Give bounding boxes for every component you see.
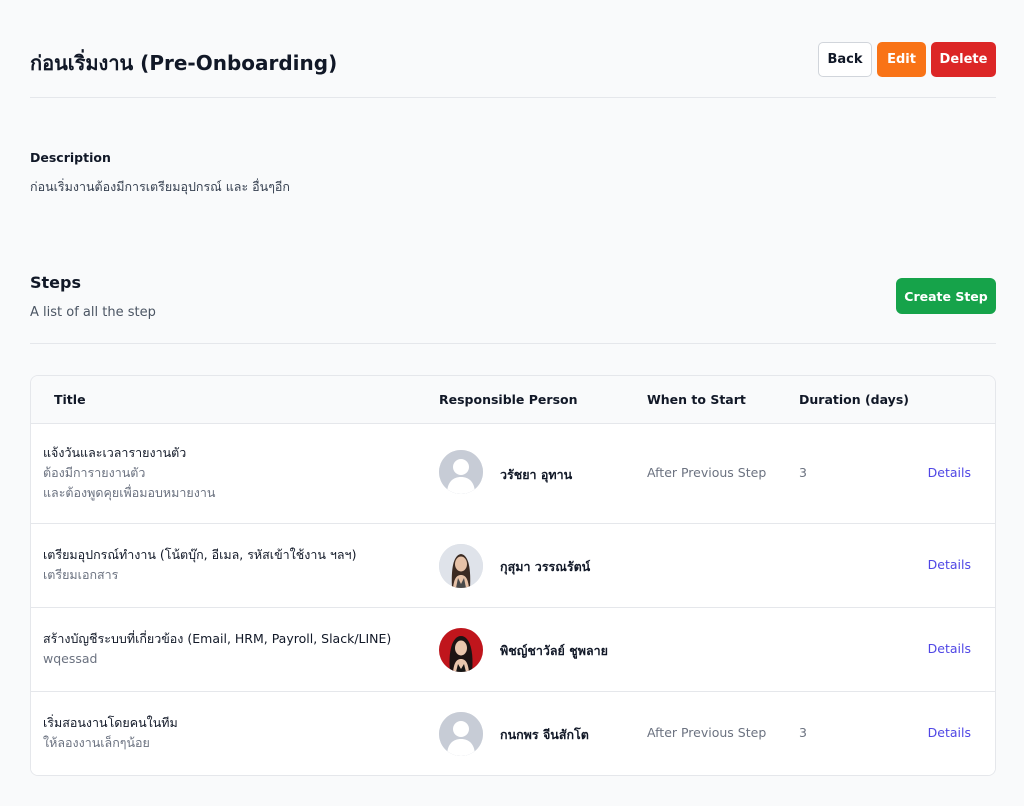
responsible-person: กุสุมา วรรณรัตน์ — [500, 559, 591, 574]
step-description: ต้องมีการายงานตัว และต้องพูดคุยเพื่อมอบห… — [43, 465, 216, 500]
table-row: สร้างบัญชีระบบที่เกี่ยวข้อง (Email, HRM,… — [31, 608, 995, 692]
back-button[interactable]: Back — [818, 42, 872, 77]
page-header: ก่อนเริ่มงาน (Pre-Onboarding) Back Edit … — [30, 40, 996, 98]
user-photo-icon — [439, 628, 483, 672]
placeholder-avatar-icon — [439, 712, 483, 756]
header-actions: Back Edit Delete — [818, 42, 996, 77]
description-text: ก่อนเริ่มงานต้องมีการเตรียมอุปกรณ์ และ อ… — [30, 179, 290, 194]
duration: 3 — [799, 465, 807, 480]
when-to-start: After Previous Step — [647, 725, 767, 740]
when-to-start: After Previous Step — [647, 465, 767, 480]
step-description: เตรียมเอกสาร — [43, 567, 119, 582]
table-row: เริ่มสอนงานโดยคนในทีม ให้ลองงานเล็กๆน้อย… — [31, 692, 995, 775]
placeholder-avatar-icon — [439, 450, 483, 494]
edit-button[interactable]: Edit — [877, 42, 926, 77]
details-link[interactable]: Details — [928, 465, 971, 480]
description-section: Description ก่อนเริ่มงานต้องมีการเตรียมอ… — [30, 150, 290, 197]
responsible-person: กนกพร จีนสักโต — [500, 727, 589, 742]
details-link[interactable]: Details — [928, 725, 971, 740]
delete-button[interactable]: Delete — [931, 42, 996, 77]
user-photo-icon — [439, 544, 483, 588]
steps-subtitle: A list of all the step — [30, 305, 156, 320]
page-title: ก่อนเริ่มงาน (Pre-Onboarding) — [30, 51, 338, 75]
details-link[interactable]: Details — [928, 557, 971, 572]
step-description: ให้ลองงานเล็กๆน้อย — [43, 735, 150, 750]
steps-table: Title Responsible Person When to Start D… — [30, 375, 996, 776]
step-description: wqessad — [43, 651, 98, 666]
step-title-cell: แจ้งวันและเวลารายงานตัว ต้องมีการายงานตั… — [43, 443, 215, 503]
table-header: Title Responsible Person When to Start D… — [31, 376, 995, 424]
duration: 3 — [799, 725, 807, 740]
column-header-when-to-start: When to Start — [647, 392, 746, 407]
column-header-responsible-person: Responsible Person — [439, 392, 578, 407]
step-title: เตรียมอุปกรณ์ทำงาน (โน้ตบุ๊ก, อีเมล, รหั… — [43, 547, 357, 562]
step-title: เริ่มสอนงานโดยคนในทีม — [43, 715, 178, 730]
steps-title: Steps — [30, 273, 81, 292]
step-title-cell: สร้างบัญชีระบบที่เกี่ยวข้อง (Email, HRM,… — [43, 629, 391, 669]
create-step-button[interactable]: Create Step — [896, 278, 996, 314]
table-row: เตรียมอุปกรณ์ทำงาน (โน้ตบุ๊ก, อีเมล, รหั… — [31, 524, 995, 608]
table-row: แจ้งวันและเวลารายงานตัว ต้องมีการายงานตั… — [31, 424, 995, 524]
responsible-person: พิชญ์ชาวัลย์ ชูพลาย — [500, 643, 608, 658]
responsible-person: วรัชยา อุทาน — [500, 467, 573, 482]
step-title: สร้างบัญชีระบบที่เกี่ยวข้อง (Email, HRM,… — [43, 631, 392, 646]
step-title-cell: เตรียมอุปกรณ์ทำงาน (โน้ตบุ๊ก, อีเมล, รหั… — [43, 545, 356, 585]
steps-header: Steps A list of all the step Create Step — [30, 270, 996, 344]
details-link[interactable]: Details — [928, 641, 971, 656]
description-label: Description — [30, 150, 111, 165]
step-title-cell: เริ่มสอนงานโดยคนในทีม ให้ลองงานเล็กๆน้อย — [43, 713, 178, 753]
step-title: แจ้งวันและเวลารายงานตัว — [43, 445, 187, 460]
column-header-title: Title — [54, 392, 86, 407]
column-header-duration: Duration (days) — [799, 392, 909, 407]
